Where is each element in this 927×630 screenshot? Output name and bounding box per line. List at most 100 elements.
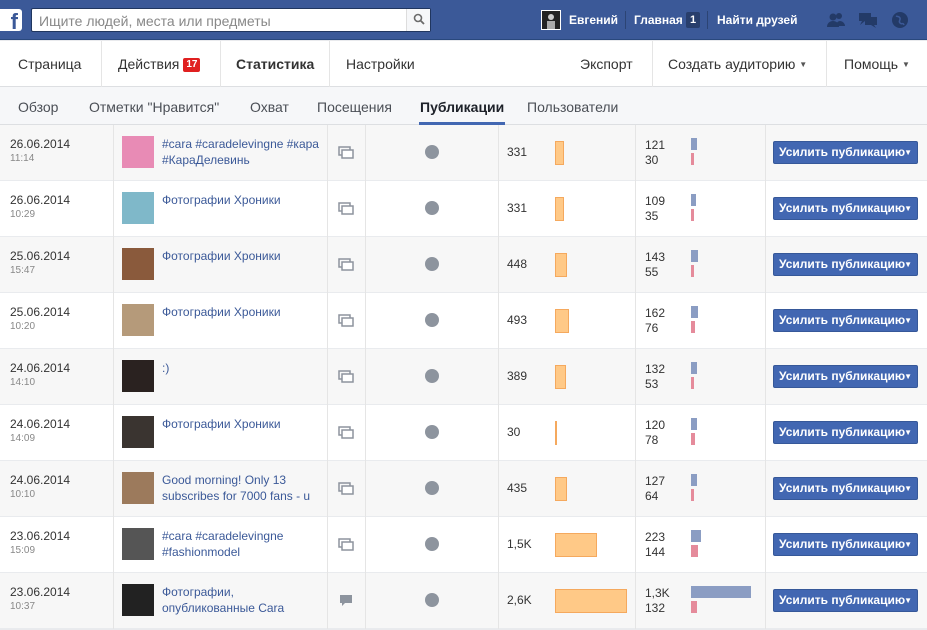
engagement-reactions-bar <box>691 265 694 277</box>
boost-label: Усилить публикацию <box>779 201 906 215</box>
engagement-clicks-bar <box>691 418 697 430</box>
tab-page[interactable]: Страница <box>18 56 81 72</box>
search-input[interactable]: Ищите людей, места или предметы <box>31 8 431 32</box>
boost-post-button[interactable]: Усилить публикацию ▼ <box>773 309 918 332</box>
table-row[interactable]: 24.06.2014 14:09 Фотографии Хроники 30 1… <box>0 405 927 461</box>
caret-down-icon: ▼ <box>904 484 912 493</box>
engagement-clicks-bar <box>691 530 701 542</box>
public-globe-icon <box>425 145 439 159</box>
post-thumbnail[interactable] <box>122 360 154 392</box>
table-row[interactable]: 26.06.2014 10:29 Фотографии Хроники 331 … <box>0 181 927 237</box>
boost-post-button[interactable]: Усилить публикацию ▼ <box>773 533 918 556</box>
engagement-clicks: 120 <box>645 418 666 432</box>
help-button[interactable]: Помощь ▼ <box>844 56 910 72</box>
engagement-clicks-bar <box>691 474 697 486</box>
post-link[interactable]: Фотографии Хроники <box>162 192 322 208</box>
public-globe-icon <box>425 257 439 271</box>
table-row[interactable]: 23.06.2014 10:37 Фотографии, опубликован… <box>0 573 927 629</box>
find-friends-link[interactable]: Найти друзей <box>717 13 797 27</box>
boost-post-button[interactable]: Усилить публикацию ▼ <box>773 141 918 164</box>
engagement-clicks-bar <box>691 194 696 206</box>
create-audience-button[interactable]: Создать аудиторию ▼ <box>668 56 807 72</box>
post-link[interactable]: Фотографии Хроники <box>162 304 322 320</box>
post-link[interactable]: #cara #caradelevingne #кара #КараДелевин… <box>162 136 322 168</box>
tab-posts[interactable]: Публикации <box>420 99 504 115</box>
reach-bar <box>555 253 567 277</box>
search-placeholder: Ищите людей, места или предметы <box>39 13 271 29</box>
table-row[interactable]: 24.06.2014 14:10 :) 389 132 53 Усилить п… <box>0 349 927 405</box>
reach-bar <box>555 533 597 557</box>
engagement-reactions: 132 <box>645 601 666 615</box>
post-thumbnail[interactable] <box>122 528 154 560</box>
caret-down-icon: ▼ <box>904 204 912 213</box>
engagement-clicks: 143 <box>645 250 666 264</box>
tab-users[interactable]: Пользователи <box>527 99 618 115</box>
table-row[interactable]: 25.06.2014 10:20 Фотографии Хроники 493 … <box>0 293 927 349</box>
album-post-icon <box>338 426 354 439</box>
post-time: 14:09 <box>10 433 36 444</box>
home-link[interactable]: Главная <box>634 13 683 27</box>
caret-down-icon: ▼ <box>901 60 910 69</box>
public-globe-icon <box>425 593 439 607</box>
friend-requests-icon[interactable] <box>826 10 846 30</box>
post-thumbnail[interactable] <box>122 584 154 616</box>
post-link[interactable]: #cara #caradelevingne #fashionmodel <box>162 528 322 560</box>
post-link[interactable]: :) <box>162 360 322 376</box>
tab-actions[interactable]: Действия 17 <box>118 56 201 72</box>
post-thumbnail[interactable] <box>122 136 154 168</box>
tab-reach[interactable]: Охват <box>250 99 289 115</box>
post-date: 23.06.2014 <box>10 585 71 599</box>
public-globe-icon <box>425 201 439 215</box>
reach-value: 331 <box>507 201 528 215</box>
table-row[interactable]: 26.06.2014 11:14 #cara #caradelevingne #… <box>0 125 927 181</box>
post-thumbnail[interactable] <box>122 416 154 448</box>
reach-bar <box>555 197 564 221</box>
post-time: 10:10 <box>10 489 36 500</box>
profile-link[interactable]: Евгений <box>569 13 618 27</box>
facebook-logo[interactable]: f <box>0 9 22 31</box>
reach-value: 30 <box>507 425 521 439</box>
table-row[interactable]: 24.06.2014 10:10 Good morning! Only 13 s… <box>0 461 927 517</box>
post-thumbnail[interactable] <box>122 192 154 224</box>
boost-post-button[interactable]: Усилить публикацию ▼ <box>773 197 918 220</box>
engagement-clicks-bar <box>691 586 751 598</box>
caret-down-icon: ▼ <box>904 428 912 437</box>
post-time: 14:10 <box>10 377 36 388</box>
public-globe-icon <box>425 481 439 495</box>
tab-statistics[interactable]: Статистика <box>236 56 314 72</box>
post-thumbnail[interactable] <box>122 472 154 504</box>
boost-post-button[interactable]: Усилить публикацию ▼ <box>773 477 918 500</box>
create-audience-label: Создать аудиторию <box>668 56 796 72</box>
avatar[interactable] <box>541 10 561 30</box>
tab-overview[interactable]: Обзор <box>18 99 58 115</box>
tab-settings[interactable]: Настройки <box>346 56 415 72</box>
tab-likes[interactable]: Отметки "Нравится" <box>89 99 219 115</box>
public-globe-icon <box>425 537 439 551</box>
export-button[interactable]: Экспорт <box>580 56 633 72</box>
post-link[interactable]: Фотографии Хроники <box>162 248 322 264</box>
post-link[interactable]: Фотографии, опубликованные Cara <box>162 584 322 616</box>
engagement-clicks: 109 <box>645 194 666 208</box>
table-row[interactable]: 23.06.2014 15:09 #cara #caradelevingne #… <box>0 517 927 573</box>
boost-post-button[interactable]: Усилить публикацию ▼ <box>773 421 918 444</box>
boost-label: Усилить публикацию <box>779 369 906 383</box>
post-thumbnail[interactable] <box>122 248 154 280</box>
post-link[interactable]: Good morning! Only 13 subscribes for 700… <box>162 472 322 504</box>
reach-value: 493 <box>507 313 528 327</box>
home-count-badge: 1 <box>686 12 700 28</box>
table-row[interactable]: 25.06.2014 15:47 Фотографии Хроники 448 … <box>0 237 927 293</box>
help-label: Помощь <box>844 56 899 72</box>
post-date: 26.06.2014 <box>10 137 71 151</box>
post-thumbnail[interactable] <box>122 304 154 336</box>
engagement-clicks: 1,3K <box>645 586 670 600</box>
boost-post-button[interactable]: Усилить публикацию ▼ <box>773 253 918 276</box>
post-link[interactable]: Фотографии Хроники <box>162 416 322 432</box>
tab-visits[interactable]: Посещения <box>317 99 392 115</box>
search-button[interactable] <box>406 9 430 31</box>
boost-post-button[interactable]: Усилить публикацию ▼ <box>773 365 918 388</box>
notifications-globe-icon[interactable] <box>890 10 910 30</box>
messages-icon[interactable] <box>858 10 878 30</box>
boost-post-button[interactable]: Усилить публикацию ▼ <box>773 589 918 612</box>
reach-bar <box>555 309 569 333</box>
caret-down-icon: ▼ <box>904 596 912 605</box>
